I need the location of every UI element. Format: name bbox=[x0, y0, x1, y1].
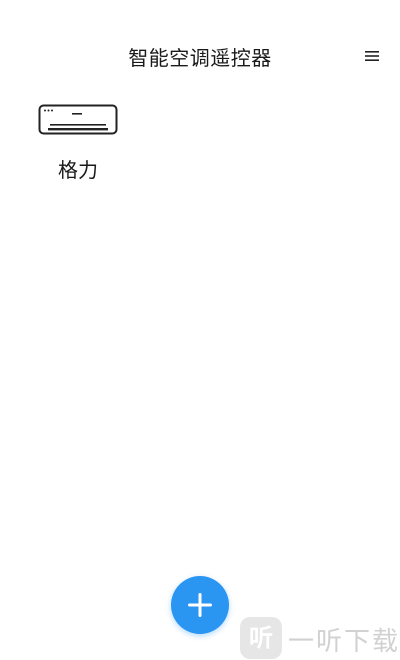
app-screen: 智能空调遥控器 格力 听 一听下载 bbox=[0, 0, 400, 660]
menu-icon bbox=[365, 51, 379, 61]
add-device-button[interactable] bbox=[171, 576, 229, 634]
menu-button[interactable] bbox=[358, 44, 386, 68]
watermark-logo-glyph: 听 bbox=[249, 624, 273, 652]
page-title: 智能空调遥控器 bbox=[128, 46, 272, 70]
device-label: 格力 bbox=[58, 158, 98, 182]
device-card-gree[interactable]: 格力 bbox=[30, 100, 126, 190]
header: 智能空调遥控器 bbox=[0, 0, 400, 110]
watermark: 听 一听下载 bbox=[238, 615, 400, 660]
air-conditioner-icon bbox=[38, 104, 118, 135]
watermark-text: 一听下载 bbox=[288, 627, 400, 657]
plus-icon bbox=[188, 593, 212, 617]
watermark-logo: 听 bbox=[240, 617, 282, 659]
